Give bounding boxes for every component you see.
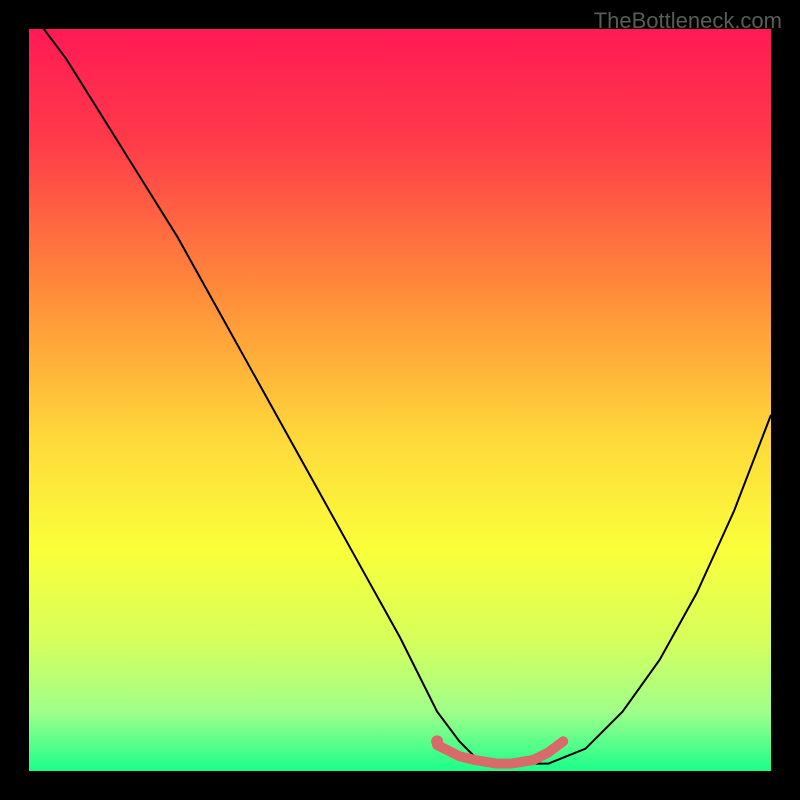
- chart-plot-area: [29, 29, 771, 771]
- optimal-marker-dot: [431, 735, 443, 747]
- watermark-text: TheBottleneck.com: [594, 8, 782, 34]
- chart-svg: [29, 29, 771, 771]
